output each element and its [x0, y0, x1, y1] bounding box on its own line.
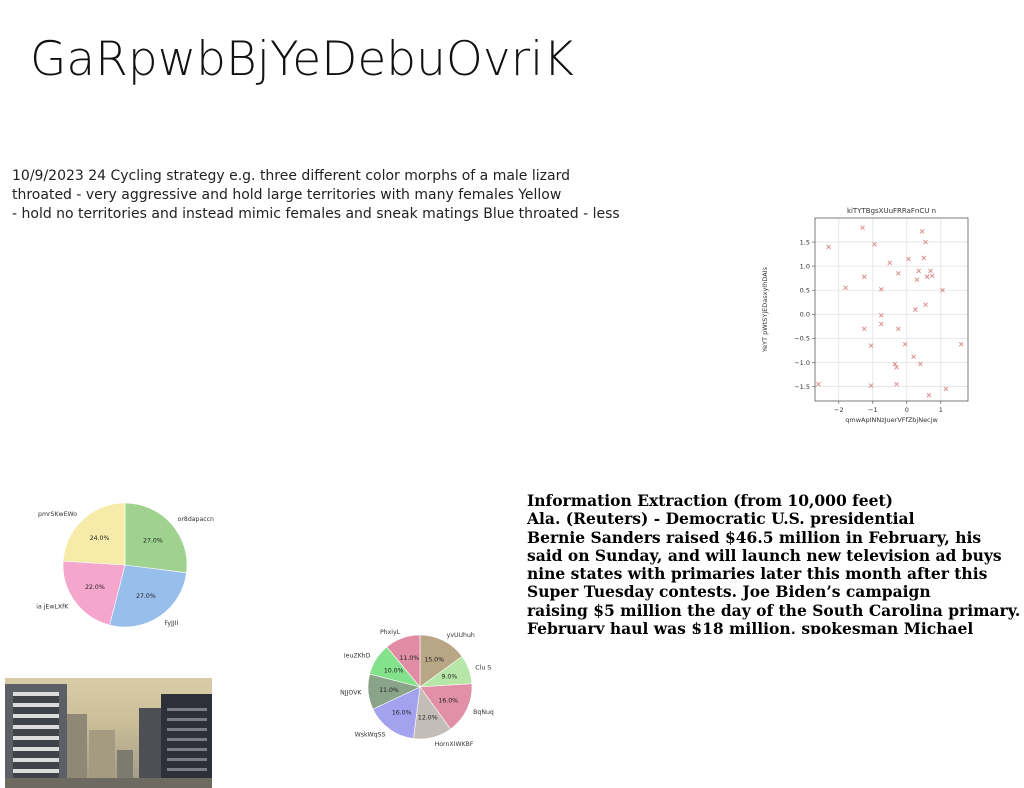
- info-line: February haul was $18 million, spokesman…: [527, 619, 974, 634]
- info-line: Ala. (Reuters) - Democratic U.S. preside…: [527, 509, 915, 529]
- scatter-point: [943, 386, 949, 392]
- pie-category-label: HornXIWKBF: [435, 741, 474, 748]
- info-line: Super Tuesday contests. Joe Biden’s camp…: [527, 582, 931, 602]
- scatter-point: [843, 285, 848, 291]
- chart-title: kiTYTBgsXUuFRRaFnCU n: [847, 207, 936, 215]
- scatter-point: [928, 268, 933, 274]
- scatter-point: [916, 268, 922, 274]
- info-line: raising $5 million the day of the South …: [527, 600, 1021, 620]
- pie-pct-label: 24.0%: [90, 535, 110, 542]
- scatter-point: [926, 392, 932, 398]
- scatter-point: [912, 307, 918, 312]
- pie-chart-2: 15.0% yvUUhuh 9.0% Clu S 16.0% BqNuq 12.0% Horn…: [320, 605, 520, 773]
- photo-street: [5, 778, 212, 788]
- pie-category-label: or8dapaccn: [178, 516, 215, 523]
- scatter-chart: kiTYTBgsXUuFRRaFnCU n −2 −1 0 1 −1.5 −1.0 −0.5 0…: [755, 200, 980, 430]
- pie-category-label: BqNuq: [473, 709, 494, 716]
- scatter-point: [895, 271, 901, 276]
- scatter-point: [878, 286, 884, 292]
- pie-category-label: pmrSKwEWo: [38, 511, 77, 518]
- pie-pct-label: 11.0%: [400, 655, 420, 662]
- pie-chart-1-svg: 27.0% or8dapaccn 27.0% FyJJII 22.0% ia jEwLXf…: [36, 502, 215, 628]
- scatter-point: [929, 273, 935, 279]
- scatter-point: [860, 225, 865, 230]
- pie-category-label: WskWqSS: [355, 732, 386, 739]
- photo-building: [13, 692, 59, 788]
- pie-category-label: FyJJII: [164, 620, 178, 627]
- pie-category-label: Clu S: [475, 664, 491, 671]
- photo-building: [139, 708, 161, 788]
- pie-category-label: PhxiyL: [380, 629, 401, 636]
- y-tick-label: −0.5: [794, 335, 810, 343]
- scatter-point: [878, 312, 884, 318]
- scatter-chart-svg: kiTYTBgsXUuFRRaFnCU n −2 −1 0 1 −1.5 −1.0 −0.5 0…: [761, 207, 969, 424]
- scatter-point: [919, 229, 925, 234]
- pie-pct-label: 9.0%: [441, 674, 457, 681]
- photo-building: [67, 714, 87, 788]
- pie-pct-label: 27.0%: [143, 538, 163, 545]
- x-axis-label: qmwApINNzJuerVFfZbjNecjw: [845, 416, 938, 424]
- pie-chart-2-svg: 15.0% yvUUhuh 9.0% Clu S 16.0% BqNuq 12.0% Horn…: [340, 629, 494, 748]
- x-tick-label: −2: [834, 406, 844, 414]
- x-tick-label: 0: [905, 406, 909, 414]
- y-axis-label: YeYT pWtSYjEDasxyIhDAIs: [761, 266, 769, 353]
- pie-pct-label: 10.0%: [384, 667, 404, 674]
- scatter-point: [861, 326, 867, 332]
- pie-pct-label: 16.0%: [392, 709, 412, 716]
- plot-frame: [814, 217, 969, 402]
- y-tick-label: 1.5: [800, 238, 810, 246]
- pie-pct-label: 12.0%: [418, 714, 438, 721]
- body-text: 10/9/2023 24 Cycling strategy e.g. three…: [12, 167, 652, 224]
- pie-category-label: ia jEwLXfK: [36, 603, 69, 610]
- pie-pct-label: 15.0%: [424, 656, 444, 663]
- scatter-point: [923, 302, 928, 308]
- pie-pct-label: 16.0%: [438, 697, 458, 704]
- info-extraction-text: Information Extraction (from 10,000 feet…: [527, 492, 1024, 634]
- info-line: nine states with primaries later this mo…: [527, 564, 988, 584]
- pie-pct-label: 27.0%: [136, 593, 156, 600]
- info-line: Bernie Sanders raised $46.5 million in F…: [527, 527, 982, 547]
- info-line: Information Extraction (from 10,000 feet…: [527, 492, 894, 510]
- photo-building: [167, 708, 207, 788]
- scatter-point: [861, 274, 867, 280]
- x-tick-label: 1: [939, 406, 943, 414]
- pie-category-label: IeuZKhD: [344, 653, 371, 660]
- scatter-point: [895, 326, 901, 332]
- scatter-point: [921, 255, 927, 261]
- y-tick-label: 0.0: [800, 311, 810, 319]
- y-tick-label: −1.5: [794, 383, 810, 391]
- pie-pct-label: 11.0%: [379, 687, 399, 694]
- scatter-point: [914, 277, 920, 282]
- scatter-point: [878, 321, 884, 327]
- info-line: said on Sunday, and will launch new tele…: [527, 545, 1002, 565]
- scatter-point: [924, 274, 930, 280]
- scatter-point: [826, 244, 831, 250]
- pie-chart-1: 27.0% or8dapaccn 27.0% FyJJII 22.0% ia jEwLXf…: [30, 478, 230, 658]
- pie-category-label: yvUUhuh: [447, 632, 475, 639]
- scatter-point: [958, 341, 964, 347]
- body-text-line: 10/9/2023 24 Cycling strategy e.g. three…: [12, 168, 570, 184]
- y-tick-label: 0.5: [800, 287, 810, 295]
- scatter-point: [816, 381, 821, 387]
- y-tick-label: 1.0: [800, 262, 810, 270]
- y-tick-label: −1.0: [794, 359, 810, 367]
- pie-pct-label: 22.0%: [85, 584, 105, 591]
- body-text-line: throated - very aggressive and hold larg…: [12, 187, 562, 203]
- x-tick-label: −1: [868, 406, 878, 414]
- scatter-point: [911, 354, 916, 360]
- page-title: GaRpwbBjYeDebuOvriK: [30, 32, 574, 87]
- pie-category-label: NJJOVK: [340, 690, 362, 697]
- scatter-point: [894, 381, 899, 387]
- city-street-photo: [5, 678, 212, 788]
- body-text-line: - hold no territories and instead mimic …: [12, 206, 620, 222]
- scatter-point: [887, 260, 893, 266]
